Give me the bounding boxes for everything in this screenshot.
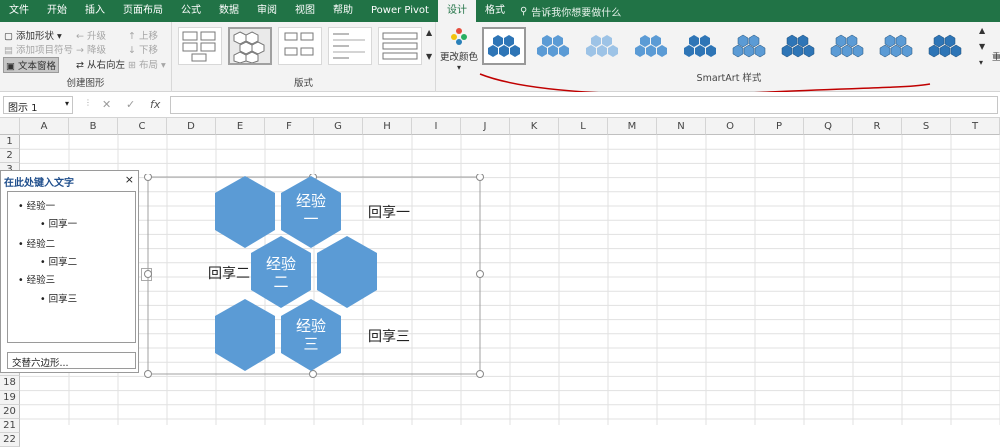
promote-button[interactable]: ← 升级 — [76, 28, 106, 42]
layout-option[interactable] — [278, 27, 322, 65]
tab-file[interactable]: 文件 — [0, 0, 38, 22]
column-header[interactable]: T — [951, 118, 1000, 135]
gallery-scroll-down-icon[interactable]: ▼ — [979, 42, 985, 51]
text-pane-button[interactable]: ▣ 文本窗格 — [3, 57, 60, 73]
column-header[interactable]: A — [20, 118, 69, 135]
separator-icon: ⋮ — [84, 98, 92, 107]
tab-format[interactable]: 格式 — [476, 0, 514, 22]
search-icon: ⚲ — [519, 5, 528, 17]
reset-button-partial[interactable]: 重 — [992, 50, 1000, 63]
row-header[interactable]: 20 — [0, 404, 20, 419]
column-header[interactable]: B — [69, 118, 118, 135]
row-header[interactable]: 22 — [0, 433, 20, 447]
select-all-corner[interactable] — [0, 118, 20, 135]
gallery-more-icon[interactable]: ▾ — [979, 58, 983, 67]
cancel-icon[interactable]: ✕ — [102, 98, 111, 111]
name-box[interactable]: 图示 1 ▾ — [3, 96, 73, 114]
tab-data[interactable]: 数据 — [210, 0, 248, 22]
smartart-text-pane: 在此处键入文字 × • 经验一 • 回享一 • 经验二 • 回享二 • 经验三 … — [0, 170, 139, 373]
tab-view[interactable]: 视图 — [286, 0, 324, 22]
tab-design[interactable]: 设计 — [437, 0, 476, 22]
move-up-button[interactable]: ↑ 上移 — [128, 28, 158, 42]
tab-review[interactable]: 审阅 — [248, 0, 286, 22]
layout-button[interactable]: ⊞ 布局 ▾ — [128, 57, 166, 71]
list-item[interactable]: • 经验三 — [18, 272, 55, 286]
scroll-down-icon[interactable]: ▼ — [426, 52, 432, 61]
row-header[interactable]: 19 — [0, 390, 20, 405]
group-label: 版式 — [293, 78, 313, 89]
list-item[interactable]: • 经验二 — [18, 236, 55, 250]
right-to-left-button[interactable]: ⇄ 从右向左 — [76, 57, 125, 71]
palette-icon — [451, 28, 467, 45]
column-header[interactable]: M — [608, 118, 657, 135]
layout-description-link[interactable]: 交替六边形... — [7, 352, 136, 369]
demote-button[interactable]: → 降级 — [76, 42, 106, 56]
layout-option[interactable] — [178, 27, 222, 65]
tab-insert[interactable]: 插入 — [76, 0, 114, 22]
column-header[interactable]: C — [118, 118, 167, 135]
list-item[interactable]: • 回享二 — [40, 254, 77, 268]
column-header[interactable]: Q — [804, 118, 853, 135]
list-item[interactable]: • 回享三 — [40, 291, 77, 305]
layout-option-alternating-hexagons[interactable] — [228, 27, 272, 65]
formula-bar: 图示 1 ▾ ⋮ ✕ ✓ fx — [0, 92, 1000, 118]
column-header[interactable]: G — [314, 118, 363, 135]
text-pane-list[interactable]: • 经验一 • 回享一 • 经验二 • 回享二 • 经验三 • 回享三 — [7, 191, 136, 343]
hexagon-shape[interactable] — [215, 299, 275, 371]
tell-me-label: 告诉我你想要做什么 — [531, 7, 622, 19]
tab-help[interactable]: 帮助 — [324, 0, 362, 22]
text-pane-title: 在此处键入文字 — [4, 178, 74, 189]
side-label: 回享二 — [208, 265, 250, 282]
list-item[interactable]: • 回享一 — [40, 216, 77, 230]
tab-power-pivot[interactable]: Power Pivot — [362, 0, 438, 22]
column-header[interactable]: K — [510, 118, 559, 135]
layout-option[interactable] — [328, 27, 372, 65]
tab-formulas[interactable]: 公式 — [172, 0, 210, 22]
layout-option[interactable] — [378, 27, 422, 65]
gallery-scroll-up-icon[interactable]: ▲ — [979, 26, 985, 35]
side-label: 回享一 — [368, 204, 410, 221]
tab-home[interactable]: 开始 — [38, 0, 76, 22]
add-bullet-button[interactable]: ▤ 添加项目符号 — [4, 42, 73, 56]
add-shape-button[interactable]: ▢ 添加形状 ▾ — [4, 28, 62, 42]
row-header[interactable]: 1 — [0, 135, 20, 150]
column-header[interactable]: O — [706, 118, 755, 135]
column-header[interactable]: R — [853, 118, 902, 135]
column-header[interactable]: H — [363, 118, 412, 135]
column-header[interactable]: D — [167, 118, 216, 135]
column-header[interactable]: L — [559, 118, 608, 135]
smartart-graphic[interactable]: 经验一 经验二 经验三 回享一 回享二 回享三 — [144, 174, 486, 379]
column-header[interactable]: E — [216, 118, 265, 135]
tell-me-box[interactable]: ⚲ 告诉我你想要做什么 — [520, 4, 621, 19]
ribbon-tab-bar: 文件 开始 插入 页面布局 公式 数据 审阅 视图 帮助 Power Pivot… — [0, 0, 1000, 22]
column-header[interactable]: N — [657, 118, 706, 135]
column-header[interactable]: F — [265, 118, 314, 135]
row-header[interactable]: 21 — [0, 419, 20, 434]
column-header[interactable]: I — [412, 118, 461, 135]
move-down-button[interactable]: ↓ 下移 — [128, 42, 158, 56]
close-icon[interactable]: × — [125, 173, 134, 186]
scroll-up-icon[interactable]: ▲ — [426, 28, 432, 37]
row-header[interactable]: 18 — [0, 376, 20, 391]
tab-page-layout[interactable]: 页面布局 — [114, 0, 172, 22]
column-header[interactable]: J — [461, 118, 510, 135]
insert-function-icon[interactable]: fx — [150, 98, 160, 111]
hexagon-shape[interactable] — [317, 236, 377, 308]
column-header[interactable]: P — [755, 118, 804, 135]
group-create-graphic: ▢ 添加形状 ▾ ▤ 添加项目符号 ▣ 文本窗格 ← 升级 → 降级 ⇄ 从右向… — [0, 22, 172, 92]
enter-icon[interactable]: ✓ — [126, 98, 135, 111]
row-header[interactable]: 2 — [0, 149, 20, 164]
side-label: 回享三 — [368, 328, 410, 345]
hexagon-shape[interactable] — [215, 176, 275, 248]
group-label: 创建图形 — [66, 78, 105, 89]
formula-input[interactable] — [170, 96, 998, 114]
group-layouts: ▲ ▼ 版式 — [172, 22, 436, 92]
column-header[interactable]: S — [902, 118, 951, 135]
list-item[interactable]: • 经验一 — [18, 198, 55, 212]
